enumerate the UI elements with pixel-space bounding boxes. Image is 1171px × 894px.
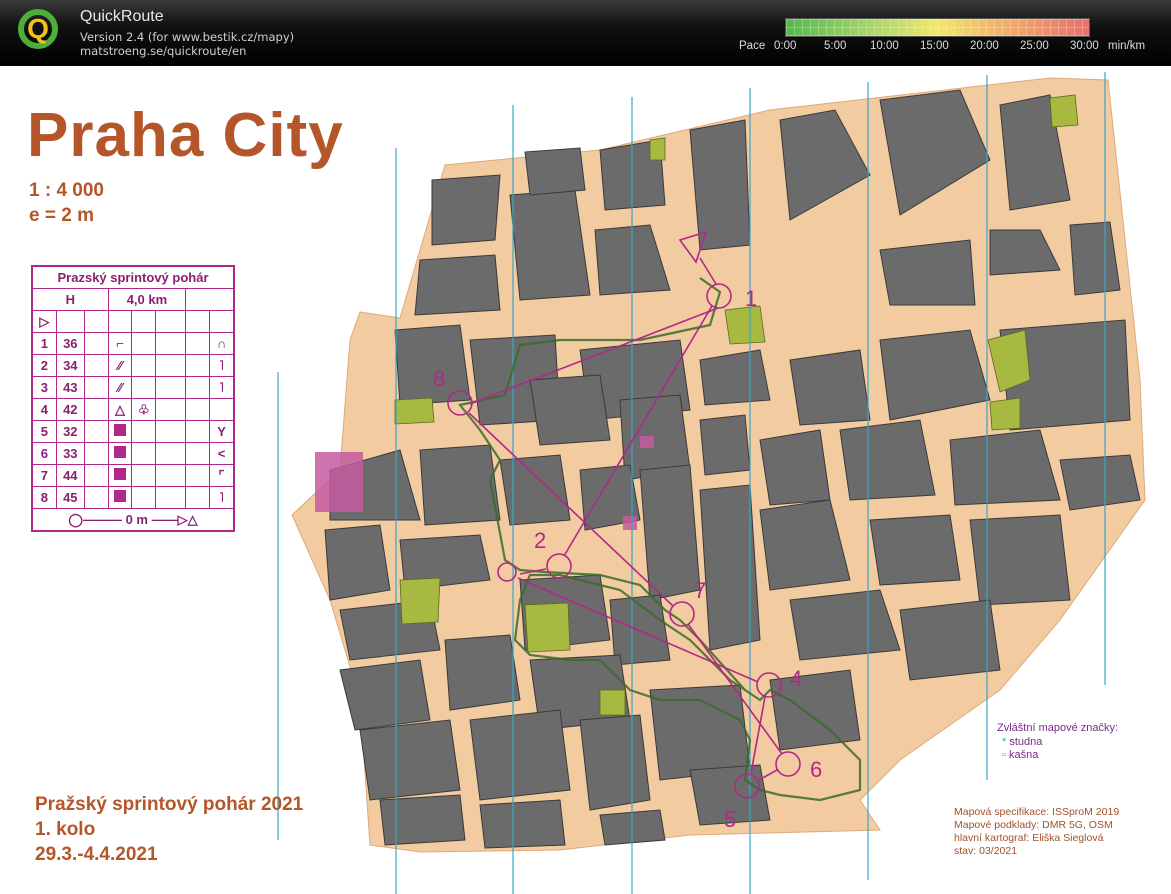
description-header: Prazský sprintový pohár — [31, 265, 235, 289]
pace-tick: 5:00 — [824, 40, 847, 52]
special-symbols-title: Zvláštní mapové značky: — [997, 722, 1119, 734]
row-number: 5 — [31, 420, 57, 443]
description-row: 5 32 Y — [31, 420, 235, 443]
pace-tick: 20:00 — [970, 40, 999, 52]
event-dates: 29.3.-4.4.2021 — [35, 844, 158, 865]
start-triangle-icon: ▷ — [39, 313, 50, 329]
row-number: 8 — [31, 486, 57, 509]
pace-tick: 30:00 — [1070, 40, 1099, 52]
square-dot-icon: ▫ — [1002, 749, 1006, 761]
control-code: 32 — [55, 420, 85, 443]
description-length: 4,0 km — [107, 288, 187, 311]
app-version: Version 2.4 (for www.bestik.cz/mapy) — [80, 30, 295, 44]
control-number-4: 4 — [790, 666, 803, 691]
control-number-5: 5 — [724, 807, 737, 832]
star-icon: * — [1002, 736, 1007, 748]
map-buildings — [324, 89, 1141, 849]
row-number: 1 — [31, 332, 57, 355]
junction-icon: Y — [217, 424, 226, 439]
map-scale: 1 : 4 000 — [29, 180, 104, 201]
map-equidistance: e = 2 m — [29, 205, 94, 226]
control-code: 34 — [55, 354, 85, 377]
conifer-icon: △ — [115, 401, 126, 417]
control-number-2: 2 — [534, 528, 547, 553]
finish-row: ◯——— 0 m ——▷△ — [31, 508, 235, 532]
building-icon — [114, 446, 127, 458]
description-row: 7 44 ⌜ — [31, 464, 235, 487]
control-number-8: 8 — [433, 366, 446, 391]
corner-icon: ⌜ — [218, 467, 225, 483]
building-icon — [114, 490, 127, 502]
map-spec-line: stav: 03/2021 — [954, 845, 1018, 857]
row-number: 7 — [31, 464, 57, 487]
event-round: 1. kolo — [35, 819, 96, 840]
app-header: Q QuickRoute Version 2.4 (for www.bestik… — [0, 0, 1171, 66]
finish-distance: 0 m — [125, 511, 148, 527]
control-code: 44 — [55, 464, 85, 487]
pace-unit: min/km — [1108, 40, 1146, 52]
building-icon — [114, 468, 127, 480]
legend-item-studna: * studna — [1002, 736, 1042, 748]
pace-tick: 25:00 — [1020, 40, 1049, 52]
stairs-icon: ⁄⁄ — [117, 380, 123, 395]
finish-circle-icon: ◯——— — [68, 511, 122, 527]
map-spec-line: Mapová specifikace: ISSproM 2019 — [954, 806, 1120, 818]
control-number-7: 7 — [694, 578, 707, 603]
control-code: 45 — [55, 486, 85, 509]
description-row: 2 34 ⁄⁄ ˥ — [31, 354, 235, 377]
map-title: Praha City — [27, 101, 344, 170]
description-row: 4 42 △ ♧ — [31, 398, 235, 421]
app-title: QuickRoute — [80, 8, 164, 25]
corner-icon: ˥ — [219, 358, 225, 373]
corner-icon: ˥ — [219, 380, 225, 395]
finish-arrow-icon: ——▷△ — [151, 511, 198, 527]
row-number: 6 — [31, 442, 57, 465]
control-description-table: Prazský sprintový pohár H 4,0 km ▷ 1 36 ⌐… — [31, 265, 235, 532]
map-spec-line: Mapové podklady: DMR 5G, OSM — [954, 819, 1113, 831]
pace-tick: 10:00 — [870, 40, 899, 52]
description-row: 8 45 ˥ — [31, 486, 235, 509]
legend-item-kasna: ▫ kašna — [1002, 749, 1038, 761]
description-category: H — [31, 288, 109, 311]
row-number: 2 — [31, 354, 57, 377]
control-code: 43 — [55, 376, 85, 399]
building-icon — [114, 424, 127, 436]
row-number: 3 — [31, 376, 57, 399]
pace-tick: 0:00 — [774, 40, 797, 52]
pace-tick: 15:00 — [920, 40, 949, 52]
stairs-icon: ⁄⁄ — [117, 358, 123, 373]
map-spec-line: hlavní kartograf: Eliška Sieglová — [954, 832, 1104, 844]
corner-icon: ˥ — [219, 490, 225, 505]
control-number-1: 1 — [745, 286, 758, 311]
legend-item-label: studna — [1009, 736, 1043, 748]
control-number-6: 6 — [810, 757, 823, 782]
stairs-icon: ⌐ — [116, 336, 124, 351]
gate-icon: ∩ — [216, 336, 227, 351]
event-name: Pražský sprintový pohár 2021 — [35, 794, 304, 815]
bend-icon: < — [217, 446, 226, 461]
pace-color-scale — [785, 18, 1090, 37]
row-number: 4 — [31, 398, 57, 421]
control-code: 36 — [55, 332, 85, 355]
pace-label: Pace — [739, 40, 766, 52]
quickroute-logo: Q — [18, 9, 58, 49]
start-symbol: ▷ — [31, 310, 57, 333]
description-row: 3 43 ⁄⁄ ˥ — [31, 376, 235, 399]
tree-icon: ♧ — [138, 401, 150, 417]
description-row: 1 36 ⌐ ∩ — [31, 332, 235, 355]
app-website[interactable]: matstroeng.se/quickroute/en — [80, 44, 246, 58]
control-code: 42 — [55, 398, 85, 421]
description-row: 6 33 < — [31, 442, 235, 465]
control-code: 33 — [55, 442, 85, 465]
legend-item-label: kašna — [1008, 749, 1039, 761]
